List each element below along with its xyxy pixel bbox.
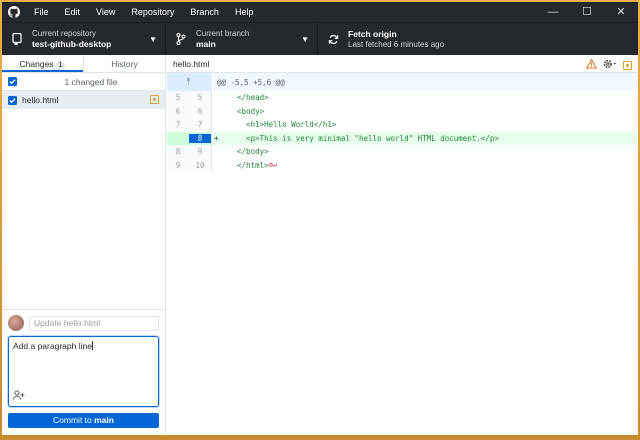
- menu-help[interactable]: Help: [227, 2, 262, 22]
- diff-view: ⤒ @@ -5,5 +5,6 @@ 5 5 </head> 6 6 <body> 7…: [167, 73, 638, 172]
- sidebar-tabs: Changes 1 History: [2, 56, 165, 73]
- menu-view[interactable]: View: [88, 2, 123, 22]
- commit-button-branch: main: [94, 415, 114, 425]
- expand-hunk-button[interactable]: ⤒: [167, 73, 211, 91]
- changes-list-header: 1 changed file: [2, 73, 165, 91]
- title-bar: File Edit View Repository Branch Help — …: [2, 2, 638, 22]
- diff-line-text: <h1>Hello World</h1>: [228, 120, 337, 130]
- diff-line: 5 5 </head>: [167, 91, 638, 105]
- fetch-origin-button[interactable]: Fetch origin Last fetched 6 minutes ago: [318, 23, 498, 55]
- avatar: [8, 315, 24, 331]
- new-line-number: 10: [195, 160, 205, 170]
- new-line-number: 9: [197, 147, 203, 157]
- diff-line: 7 7 <h1>Hello World</h1>: [167, 118, 638, 132]
- sync-icon: [326, 34, 340, 45]
- diff-header: hello.html: [167, 56, 638, 73]
- hunk-header-text: @@ -5,5 +5,6 @@: [217, 77, 285, 87]
- diff-line-text: </html>: [228, 160, 269, 170]
- text-cursor: [91, 341, 93, 350]
- changes-count-badge: 1: [55, 61, 66, 70]
- old-line-number: 9: [175, 160, 181, 170]
- commit-panel: Update hello.html Add a paragraph line C…: [2, 309, 165, 435]
- menu-repository[interactable]: Repository: [123, 2, 182, 22]
- no-newline-icon: ⊘↵: [268, 161, 278, 170]
- modified-icon: [623, 60, 632, 70]
- current-branch-label: Current branch: [196, 28, 250, 38]
- list-item[interactable]: hello.html: [2, 91, 165, 109]
- close-button[interactable]: ✕: [604, 2, 638, 22]
- new-line-number: 7: [197, 120, 203, 130]
- tab-history[interactable]: History: [83, 56, 165, 72]
- current-branch-name: main: [196, 38, 216, 49]
- commit-description-text: Add a paragraph line: [13, 341, 92, 351]
- diff-line-text: <body>: [228, 106, 265, 116]
- file-checkbox[interactable]: [8, 95, 17, 105]
- diff-line-text: <p>This is very minimal "hello world" HT…: [228, 133, 499, 143]
- current-repository-label: Current repository: [32, 28, 97, 38]
- app-window: File Edit View Repository Branch Help — …: [2, 2, 638, 435]
- window-controls: — ☐ ✕: [536, 2, 638, 22]
- chevron-down-icon: ▼: [301, 35, 309, 44]
- tab-changes-label: Changes: [19, 59, 54, 69]
- gear-icon[interactable]: [603, 59, 617, 71]
- menu-branch[interactable]: Branch: [182, 2, 227, 22]
- menu-edit[interactable]: Edit: [57, 2, 89, 22]
- current-branch-button[interactable]: Current branch main ▼: [166, 23, 318, 55]
- diff-line-text: </head>: [228, 93, 269, 103]
- diff-line-added[interactable]: 8 + <p>This is very minimal "hello world…: [167, 131, 638, 145]
- github-logo-icon: [2, 6, 26, 18]
- changed-files-count: 1 changed file: [64, 76, 118, 87]
- diff-line: 9 10 </html> ⊘↵: [167, 158, 638, 172]
- repo-icon: [10, 33, 24, 45]
- menu-file[interactable]: File: [26, 2, 57, 22]
- modified-icon: [150, 95, 159, 104]
- commit-button-prefix: Commit to: [53, 415, 95, 425]
- commit-button[interactable]: Commit to main: [8, 413, 159, 428]
- diff-hunk-header: ⤒ @@ -5,5 +5,6 @@: [167, 73, 638, 91]
- new-line-number: 5: [197, 93, 203, 103]
- check-icon: [9, 97, 16, 103]
- toolbar: Current repository test-github-desktop ▼…: [2, 22, 638, 55]
- diff-panel: hello.html ⤒ @@ -5,5 +5,6 @@ 5 5 </head>: [167, 56, 638, 435]
- minimize-button[interactable]: —: [536, 2, 570, 22]
- chevron-down-icon: ▼: [149, 35, 157, 44]
- diff-sign: +: [214, 133, 219, 143]
- current-repository-button[interactable]: Current repository test-github-desktop ▼: [2, 23, 166, 55]
- old-line-number: 5: [175, 93, 181, 103]
- diff-file-name: hello.html: [173, 59, 210, 69]
- old-line-number: 6: [175, 106, 181, 116]
- diff-header-icons: [585, 58, 632, 71]
- last-fetched-status: Last fetched 6 minutes ago: [348, 39, 445, 49]
- new-line-number[interactable]: 8: [189, 133, 211, 143]
- new-line-number: 6: [197, 106, 203, 116]
- branch-icon: [174, 33, 188, 45]
- select-all-checkbox[interactable]: [8, 77, 17, 86]
- warning-icon[interactable]: [585, 58, 598, 71]
- diff-line: 8 9 </body>: [167, 145, 638, 159]
- file-name: hello.html: [22, 95, 59, 105]
- check-icon: [9, 79, 16, 85]
- tab-changes[interactable]: Changes 1: [2, 56, 83, 72]
- old-line-number: 7: [175, 120, 181, 130]
- commit-description-input[interactable]: Add a paragraph line: [8, 336, 159, 407]
- fetch-origin-label: Fetch origin: [348, 28, 397, 39]
- diff-line-text: </body>: [228, 147, 269, 157]
- sidebar: Changes 1 History 1 changed file hello.ht…: [2, 56, 166, 435]
- old-line-number: 8: [175, 147, 181, 157]
- current-repository-name: test-github-desktop: [32, 38, 112, 49]
- maximize-button[interactable]: ☐: [570, 2, 604, 22]
- add-coauthor-icon[interactable]: [13, 390, 25, 402]
- diff-line: 6 6 <body>: [167, 104, 638, 118]
- commit-summary-row: Update hello.html: [2, 310, 165, 331]
- menu-bar: File Edit View Repository Branch Help: [26, 2, 261, 22]
- commit-summary-input[interactable]: Update hello.html: [29, 315, 159, 331]
